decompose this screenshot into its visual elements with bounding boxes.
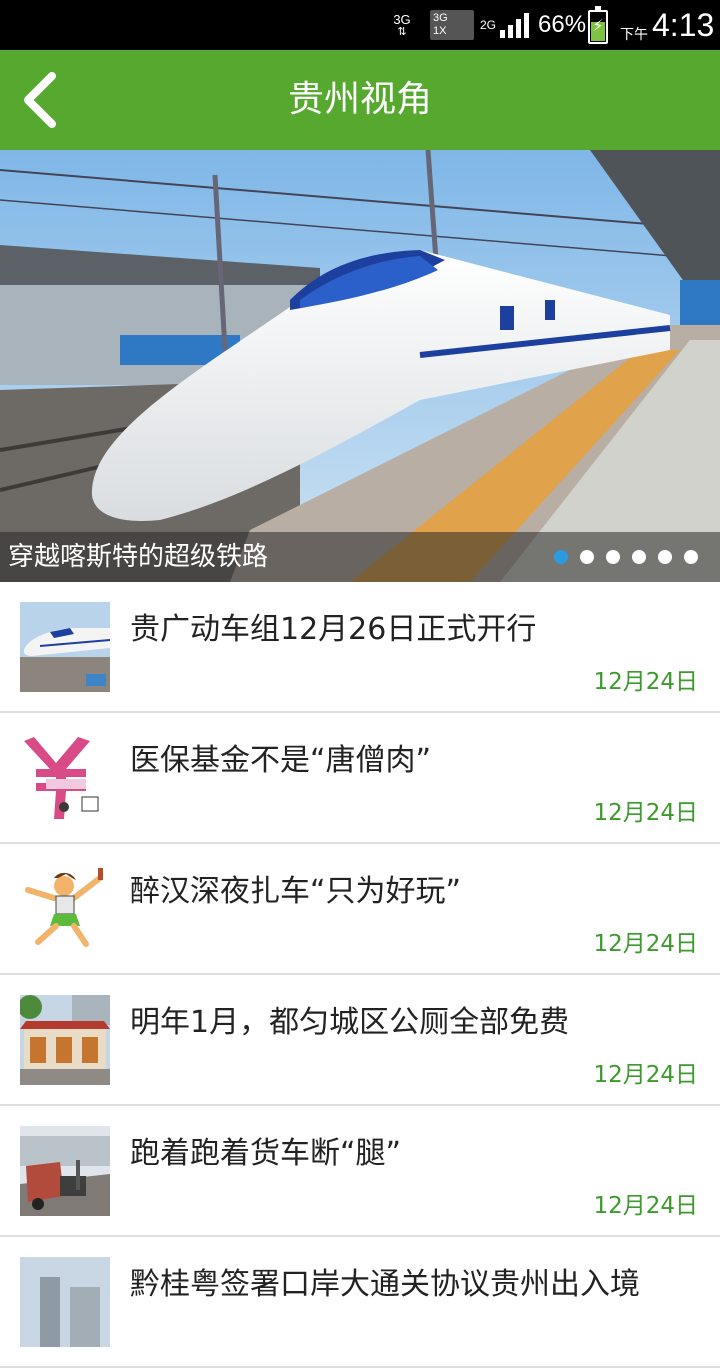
network-3g-indicator: 3G ⇅	[388, 0, 416, 50]
news-title: 医保基金不是“唐僧肉”	[130, 743, 432, 778]
truck-thumbnail	[20, 1126, 110, 1216]
news-title: 跑着跑着货车断“腿”	[130, 1136, 402, 1171]
carousel-dot[interactable]	[658, 550, 672, 564]
yuan-cartoon-thumbnail	[20, 733, 110, 823]
carousel-dot[interactable]	[684, 550, 698, 564]
news-date: 12月24日	[593, 1062, 698, 1088]
sim-indicator: 3G 1X	[430, 0, 474, 50]
news-title: 黔桂粤签署口岸大通关协议贵州出入境	[130, 1267, 640, 1302]
app-header: 贵州视角	[0, 50, 720, 150]
drunk-man-cartoon-thumbnail	[20, 864, 110, 954]
news-title: 醉汉深夜扎车“只为好玩”	[130, 874, 462, 909]
news-title: 贵广动车组12月26日正式开行	[130, 612, 537, 647]
city-thumbnail	[20, 1257, 110, 1347]
sim-line1: 3G	[433, 12, 448, 24]
news-list-item[interactable]: 明年1月，都匀城区公厕全部免费 12月24日	[0, 975, 720, 1106]
banner-caption: 穿越喀斯特的超级铁路	[8, 542, 269, 572]
building-thumbnail	[20, 995, 110, 1085]
news-title: 明年1月，都匀城区公厕全部免费	[130, 1005, 570, 1040]
carousel-dot[interactable]	[632, 550, 646, 564]
network-type-label: 3G	[393, 11, 411, 27]
ampm-label: 下午	[620, 27, 648, 43]
carousel-dot[interactable]	[606, 550, 620, 564]
battery-charging-icon: ⚡	[588, 0, 610, 50]
news-list-item[interactable]: 跑着跑着货车断“腿” 12月24日	[0, 1106, 720, 1237]
signal-strength-icon	[500, 0, 536, 50]
bullet-train-image	[0, 150, 720, 582]
page-title: 贵州视角	[287, 79, 432, 120]
news-list-item[interactable]: 贵广动车组12月26日正式开行 12月24日	[0, 582, 720, 713]
network-2g-label: 2G	[480, 18, 497, 32]
carousel-dot[interactable]	[580, 550, 594, 564]
news-list-item[interactable]: 医保基金不是“唐僧肉” 12月24日	[0, 713, 720, 844]
banner-carousel[interactable]: 穿越喀斯特的超级铁路	[0, 150, 720, 582]
status-bar: 3G ⇅ 3G 1X 2G 66% ⚡ 下午 4:13	[0, 0, 720, 50]
data-arrows-icon: ⇅	[397, 25, 407, 38]
news-date: 12月24日	[593, 931, 698, 957]
carousel-dot[interactable]	[554, 550, 568, 564]
carousel-indicator	[554, 550, 698, 564]
news-list-item[interactable]: 醉汉深夜扎车“只为好玩” 12月24日	[0, 844, 720, 975]
battery-percent: 66%	[538, 11, 587, 38]
news-date: 12月24日	[593, 1193, 698, 1219]
news-date: 12月24日	[593, 669, 698, 695]
train-thumbnail	[20, 602, 110, 692]
clock: 4:13	[652, 6, 715, 43]
sim-line2: 1X	[433, 25, 447, 37]
news-list: 贵广动车组12月26日正式开行 12月24日 医保基金不是“唐僧肉” 12月24…	[0, 582, 720, 1368]
banner-caption-bar: 穿越喀斯特的超级铁路	[0, 532, 720, 582]
news-date: 12月24日	[593, 800, 698, 826]
news-list-item[interactable]: 黔桂粤签署口岸大通关协议贵州出入境	[0, 1237, 720, 1368]
